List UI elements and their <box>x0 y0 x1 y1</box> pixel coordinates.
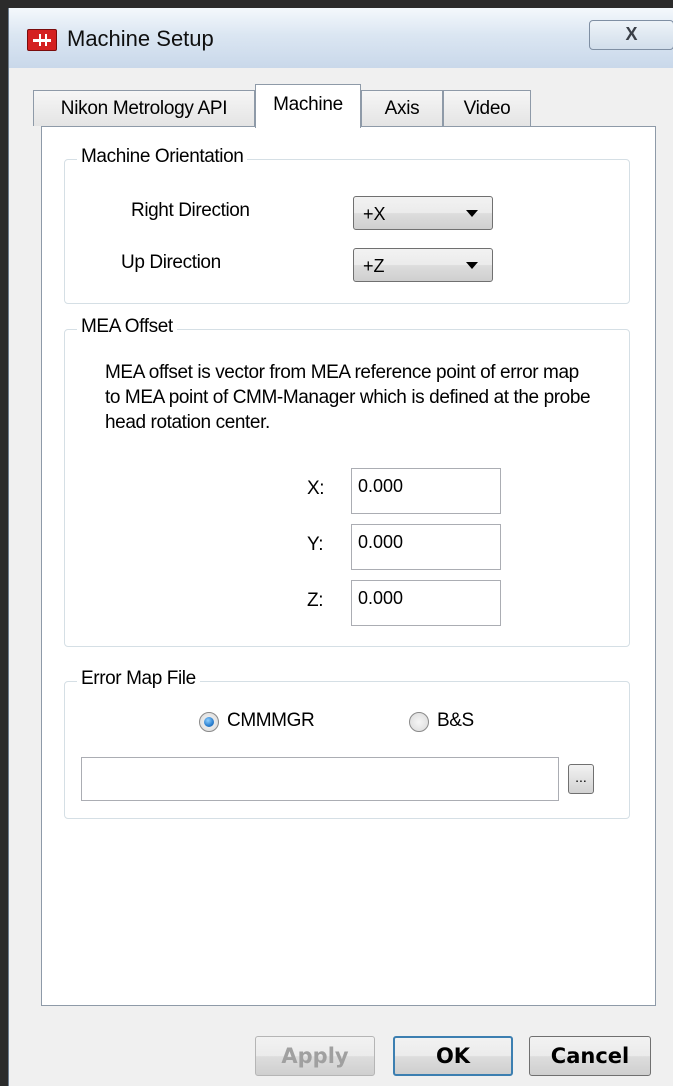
app-icon <box>27 29 57 51</box>
error-map-path-input[interactable] <box>88 764 552 796</box>
tab-nikon-metrology-api[interactable]: Nikon Metrology API <box>33 90 255 126</box>
chevron-down-icon <box>466 262 478 269</box>
mea-y-input[interactable] <box>358 532 488 553</box>
title-bar[interactable]: Machine Setup X <box>9 8 673 68</box>
y-label: Y: <box>307 534 324 555</box>
error-map-path-field[interactable] <box>81 757 559 801</box>
cmmmgr-label[interactable]: CMMMGR <box>227 710 315 732</box>
machine-setup-dialog: Machine Setup X Nikon Metrology API Mach… <box>8 8 673 1086</box>
mea-y-field[interactable] <box>351 524 501 570</box>
window-title: Machine Setup <box>67 26 214 51</box>
tab-video[interactable]: Video <box>443 90 531 126</box>
bs-radio[interactable] <box>409 712 429 732</box>
mea-offset-legend: MEA Offset <box>77 316 177 338</box>
ok-button[interactable]: OK <box>393 1036 513 1076</box>
error-map-file-group: Error Map File CMMMGR B&S ... <box>64 668 630 819</box>
error-map-file-legend: Error Map File <box>77 668 200 690</box>
mea-z-input[interactable] <box>358 588 488 609</box>
right-direction-value: +X <box>363 204 386 224</box>
tab-axis[interactable]: Axis <box>361 90 443 126</box>
up-direction-value: +Z <box>363 256 385 276</box>
cancel-button[interactable]: Cancel <box>529 1036 651 1076</box>
mea-offset-group: MEA Offset MEA offset is vector from MEA… <box>64 316 630 647</box>
machine-tab-panel: Machine Orientation Right Direction +X U… <box>41 126 656 1006</box>
up-direction-select[interactable]: +Z <box>353 248 493 282</box>
mea-x-input[interactable] <box>358 476 488 497</box>
apply-button[interactable]: Apply <box>255 1036 375 1076</box>
machine-orientation-group: Machine Orientation Right Direction +X U… <box>64 146 630 304</box>
mea-offset-description: MEA offset is vector from MEA reference … <box>105 362 591 433</box>
right-direction-select[interactable]: +X <box>353 196 493 230</box>
close-icon: X <box>625 24 638 44</box>
browse-button[interactable]: ... <box>568 764 594 794</box>
chevron-down-icon <box>466 210 478 217</box>
close-button[interactable]: X <box>589 20 673 50</box>
mea-x-field[interactable] <box>351 468 501 514</box>
right-direction-label: Right Direction <box>131 200 250 221</box>
cmmmgr-radio[interactable] <box>199 712 219 732</box>
bs-label[interactable]: B&S <box>437 710 474 732</box>
x-label: X: <box>307 478 325 499</box>
z-label: Z: <box>307 590 324 611</box>
machine-orientation-legend: Machine Orientation <box>77 146 248 168</box>
mea-z-field[interactable] <box>351 580 501 626</box>
tab-machine[interactable]: Machine <box>255 84 361 128</box>
up-direction-label: Up Direction <box>121 252 221 273</box>
